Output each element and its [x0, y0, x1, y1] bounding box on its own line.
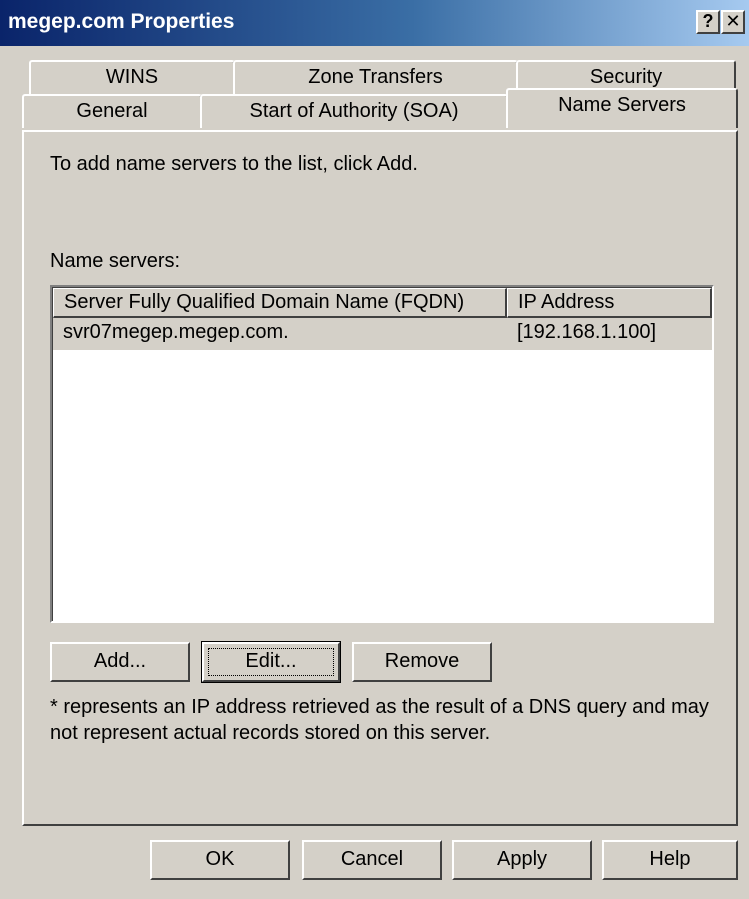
tab-general[interactable]: General [22, 94, 202, 128]
properties-dialog: megep.com Properties ? ✕ WINS Zone Trans… [0, 0, 749, 899]
table-row[interactable]: svr07megep.megep.com. [192.168.1.100] [53, 318, 712, 350]
title-bar[interactable]: megep.com Properties ? ✕ [0, 0, 749, 46]
note-line-2: not represent actual records stored on t… [50, 722, 491, 744]
tab-zone-transfers[interactable]: Zone Transfers [233, 60, 518, 94]
ok-button[interactable]: OK [150, 840, 290, 880]
row-fqdn: svr07megep.megep.com. [63, 321, 289, 343]
apply-button[interactable]: Apply [452, 840, 592, 880]
name-servers-list[interactable]: Server Fully Qualified Domain Name (FQDN… [50, 285, 714, 623]
window-title: megep.com Properties [8, 10, 235, 33]
column-header-fqdn[interactable]: Server Fully Qualified Domain Name (FQDN… [53, 288, 507, 318]
help-icon[interactable]: ? [696, 10, 720, 34]
note-line-1: * represents an IP address retrieved as … [50, 696, 709, 718]
name-servers-label: Name servers: [50, 250, 181, 272]
add-button[interactable]: Add... [50, 642, 190, 682]
cancel-button[interactable]: Cancel [302, 840, 442, 880]
row-ip-address: [192.168.1.100] [517, 321, 657, 343]
tab-start-of-authority[interactable]: Start of Authority (SOA) [200, 94, 508, 128]
tab-wins[interactable]: WINS [29, 60, 235, 94]
remove-button[interactable]: Remove [352, 642, 492, 682]
list-body: Server Fully Qualified Domain Name (FQDN… [52, 287, 712, 621]
tab-name-servers[interactable]: Name Servers [506, 88, 738, 128]
instruction-text: To add name servers to the list, click A… [50, 153, 418, 175]
edit-button[interactable]: Edit... [201, 641, 341, 683]
help-button[interactable]: Help [602, 840, 738, 880]
column-header-ip[interactable]: IP Address [507, 288, 712, 318]
close-icon[interactable]: ✕ [721, 10, 745, 34]
